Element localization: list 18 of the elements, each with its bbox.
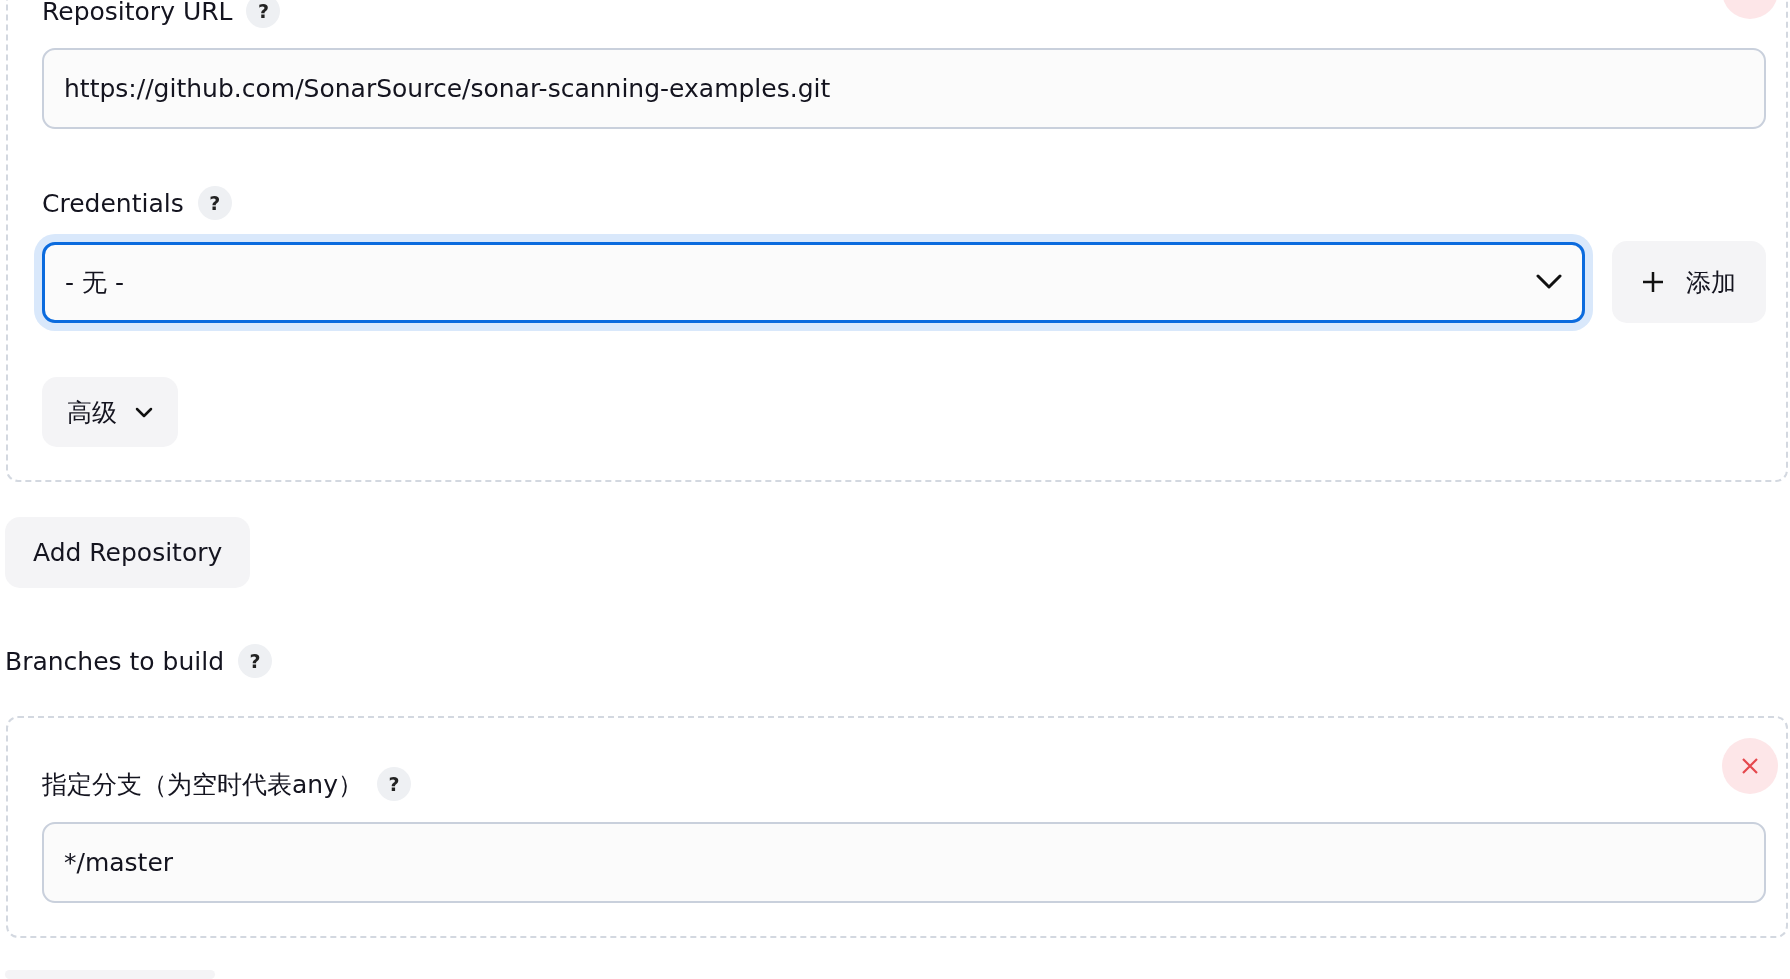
- field-label: 指定分支（为空时代表any）: [42, 768, 363, 801]
- help-button[interactable]: ?: [197, 186, 232, 220]
- field-label: Repository URL: [42, 0, 233, 26]
- close-button[interactable]: [1722, 738, 1778, 794]
- text-field[interactable]: */master: [42, 822, 1766, 903]
- chevron-down-icon: [135, 406, 153, 418]
- field-label: Credentials: [42, 188, 184, 218]
- help-button[interactable]: ?: [376, 767, 411, 801]
- add-repository-button[interactable]: Add Repository: [5, 517, 251, 588]
- text-field[interactable]: https://github.com/SonarSource/sonar-scanning-examples.git: [42, 48, 1766, 129]
- field-label: Branches to build: [5, 646, 225, 676]
- chevron-down-icon: [1536, 274, 1562, 290]
- advanced-button[interactable]: 高级: [42, 377, 178, 447]
- help-button[interactable]: ?: [238, 644, 273, 678]
- plus-icon: [1642, 271, 1664, 293]
- add-button[interactable]: 添加: [1612, 241, 1766, 323]
- close-icon: [1741, 757, 1759, 775]
- help-button[interactable]: ?: [246, 0, 281, 28]
